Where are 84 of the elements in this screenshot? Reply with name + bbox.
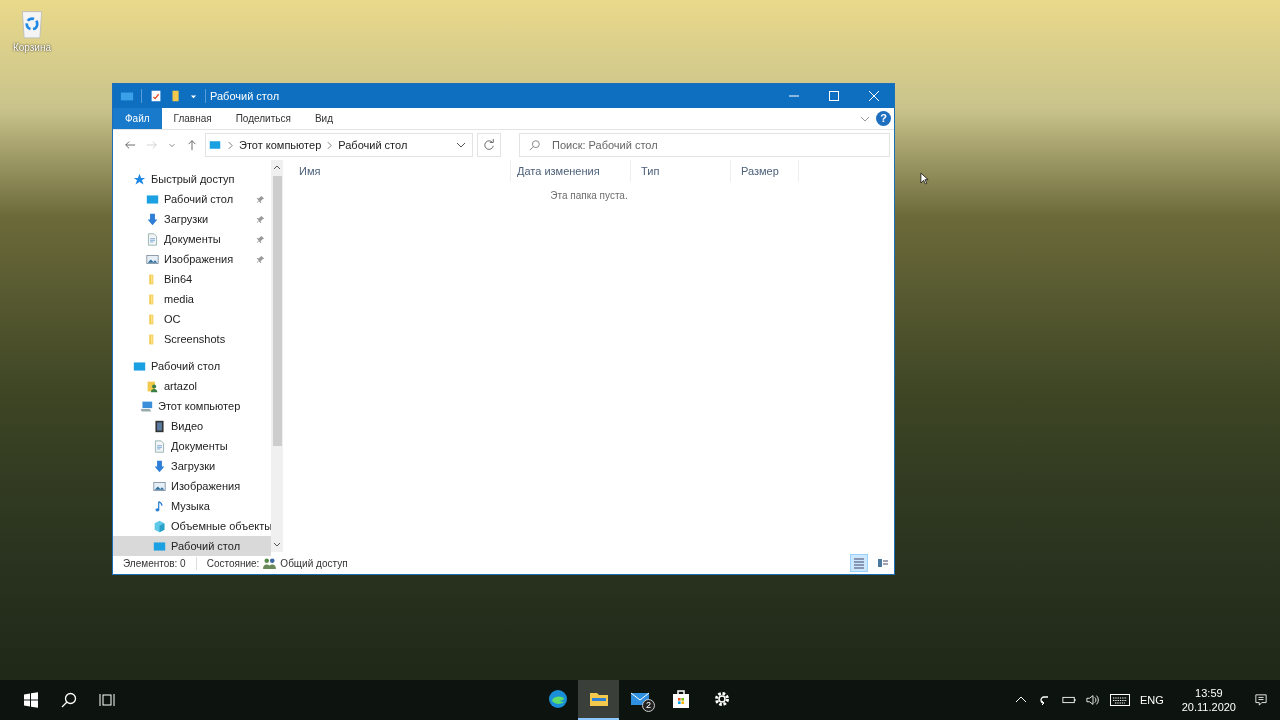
ribbon-tab[interactable]: Поделиться [223,108,303,129]
scroll-thumb[interactable] [272,176,282,446]
nav-item[interactable]: Загрузки [113,209,271,229]
refresh-icon [483,139,495,151]
nav-item[interactable]: Загрузки [113,456,271,476]
status-label: Состояние: [206,557,260,569]
nav-item[interactable]: Быстрый доступ [113,169,271,189]
nav-item[interactable]: media [113,289,271,309]
empty-folder-message: Эта папка пуста. [549,190,629,201]
window-title: Рабочий стол [210,90,280,102]
search-icon[interactable] [61,692,77,708]
download-arrow-icon [153,459,166,473]
sharing-status: Общий доступ [280,557,348,569]
document-icon [146,232,159,246]
people-icon [263,557,277,569]
speaker-icon[interactable] [1085,694,1100,706]
chevron-right-icon [228,140,233,150]
download-arrow-icon [146,212,159,226]
shopping-bag-icon [670,689,691,709]
maximize-icon [829,91,839,101]
picture-icon [153,479,166,493]
ribbon-tab[interactable]: Файл [113,108,162,129]
cube-icon [153,519,166,533]
details-list-icon [853,557,865,569]
nav-item[interactable]: Документы [113,229,271,249]
clock[interactable]: 13:59 20.11.2020 [1181,686,1236,714]
task-view-icon[interactable] [99,692,115,708]
column-header[interactable]: Тип [631,160,731,182]
mouse-pointer-icon [920,172,929,185]
nav-item[interactable]: Объемные объекты [113,516,271,536]
ribbon-tab[interactable]: Главная [161,108,224,129]
picture-icon [146,252,159,266]
nav-item[interactable]: Музыка [113,496,271,516]
document-icon [153,439,166,453]
nav-item[interactable]: Bin64 [113,269,271,289]
nav-item[interactable]: Screenshots [113,329,271,349]
desktop-icon [146,192,159,206]
up-arrow-icon[interactable] [186,139,198,151]
address-bar[interactable]: Этот компьютер Рабочий стол [205,133,473,157]
scrollbar[interactable] [271,160,283,552]
taskbar-app-button[interactable] [578,680,619,720]
help-button[interactable]: ? [876,111,891,126]
taskbar-app-button[interactable]: 2 [619,680,660,720]
battery-icon[interactable] [1061,694,1076,706]
breadcrumb[interactable]: Этот компьютер [239,139,322,151]
address-dropdown-icon[interactable] [456,140,466,150]
ribbon-tab[interactable]: Вид [302,108,345,129]
desktop-icon [208,139,222,151]
item-count: Элементов: 0 [123,557,186,569]
nav-item[interactable]: Документы [113,436,271,456]
column-header[interactable]: Имя [289,160,511,182]
keyboard-icon[interactable] [1109,694,1130,706]
nav-item[interactable]: artazol [113,376,271,396]
desktop-icon [133,359,146,373]
nav-item[interactable]: Рабочий стол [113,356,271,376]
user-folder-icon [146,379,159,393]
search-field[interactable]: Поиск: Рабочий стол [519,133,890,157]
music-note-icon [153,499,166,513]
nav-item[interactable]: OC [113,309,271,329]
search-icon [529,139,541,151]
film-icon [153,419,166,433]
chevron-right-icon [327,140,333,150]
close-icon [869,91,879,101]
nav-item[interactable]: Видео [113,416,271,436]
notification-icon[interactable] [1254,694,1268,706]
nav-item[interactable]: Этот компьютер [113,396,271,416]
nav-item[interactable]: Изображения [113,249,271,269]
nav-item[interactable]: Изображения [113,476,271,496]
desktop-icon [153,539,166,553]
back-arrow-icon[interactable] [124,139,136,151]
column-header[interactable]: Размер [731,160,799,182]
nav-item[interactable]: Рабочий стол [113,536,271,556]
star-icon [133,172,146,186]
browser-icon [547,689,568,709]
notification-count: 2 [642,699,655,712]
nav-item[interactable]: Рабочий стол [113,189,271,209]
windows-logo-icon[interactable] [23,692,39,708]
tiles-icon [877,557,889,569]
language-indicator[interactable]: ENG [1139,694,1164,706]
refresh-button[interactable] [477,133,501,157]
column-header[interactable]: Дата изменения [511,160,631,182]
properties-icon[interactable] [149,89,163,103]
breadcrumb[interactable]: Рабочий стол [338,139,408,151]
computer-icon [140,399,153,413]
